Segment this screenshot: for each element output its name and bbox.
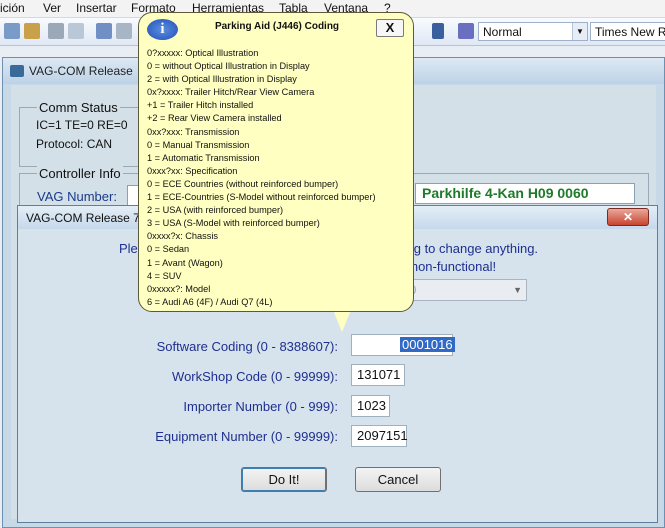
balloon-line: 0xxx?xx: Specification bbox=[147, 165, 238, 176]
balloon-line: 6 = Audi A6 (4F) / Audi Q7 (4L) bbox=[147, 296, 273, 307]
software-coding-value: 0001016 bbox=[400, 337, 455, 352]
balloon-line: +1 = Trailer Hitch installed bbox=[147, 100, 254, 111]
balloon-line: 1 = Avant (Wagon) bbox=[147, 257, 223, 268]
component-field: Parkhilfe 4-Kan H09 0060 bbox=[415, 183, 635, 204]
importer-number-value: 1023 bbox=[357, 398, 386, 413]
balloon-content: 0?xxxxx: Optical Illustration 0 = withou… bbox=[147, 47, 376, 309]
style-value: Normal bbox=[483, 25, 522, 39]
menu-edicion[interactable]: ición bbox=[0, 1, 25, 15]
equipment-number-label: Equipment Number (0 - 99999): bbox=[155, 429, 338, 444]
controller-select[interactable]: 50 ▼ bbox=[396, 279, 527, 301]
workshop-code-value: 131071 bbox=[357, 367, 401, 382]
toolbar-options-icon[interactable] bbox=[432, 23, 444, 39]
warning-text-line2: e non-functional! bbox=[400, 259, 497, 274]
vag-number-label: VAG Number: bbox=[37, 189, 117, 204]
balloon-line: 1 = Automatic Transmission bbox=[147, 152, 260, 163]
balloon-tail bbox=[333, 310, 351, 332]
open-icon[interactable] bbox=[4, 23, 20, 39]
balloon-line: 0xxxx?x: Chassis bbox=[147, 231, 218, 242]
equipment-number-value: 2097151 bbox=[357, 428, 408, 443]
close-icon: ✕ bbox=[622, 210, 634, 224]
software-coding-label: Software Coding (0 - 8388607): bbox=[156, 339, 338, 354]
software-coding-input[interactable]: 0001016 bbox=[351, 334, 455, 356]
spelling-icon[interactable] bbox=[96, 23, 112, 39]
comm-status-title: Comm Status bbox=[37, 100, 120, 115]
balloon-line: 0xxxxx?: Model bbox=[147, 283, 211, 294]
balloon-line: 0 = Manual Transmission bbox=[147, 139, 250, 150]
print-icon[interactable] bbox=[48, 23, 64, 39]
balloon-title: Parking Aid (J446) Coding bbox=[214, 21, 340, 32]
balloon-line: 0 = ECE Countries (without reinforced bu… bbox=[147, 178, 339, 189]
component-value: Parkhilfe 4-Kan H09 0060 bbox=[422, 185, 589, 201]
print-preview-icon[interactable] bbox=[68, 23, 84, 39]
info-icon: i bbox=[147, 19, 178, 40]
chevron-down-icon[interactable]: ▼ bbox=[513, 280, 522, 300]
research-icon[interactable] bbox=[116, 23, 132, 39]
warning-text-line1: ting to change anything. bbox=[400, 241, 539, 256]
balloon-line: 3 = USA (S-Model with reinforced bumper) bbox=[147, 218, 320, 229]
importer-number-label: Importer Number (0 - 999): bbox=[183, 399, 338, 414]
warning-text-left: Ple bbox=[119, 241, 138, 256]
controller-info-title: Controller Info bbox=[37, 166, 123, 181]
styles-icon[interactable] bbox=[458, 23, 474, 39]
balloon-line: 0xx?xxx: Transmission bbox=[147, 126, 240, 137]
balloon-close-button[interactable]: X bbox=[376, 19, 404, 37]
app-icon bbox=[10, 65, 24, 77]
chevron-down-icon[interactable]: ▼ bbox=[572, 23, 587, 40]
balloon-line: 1 = ECE-Countries (S-Model without reinf… bbox=[147, 192, 376, 203]
balloon-line: 0x?xxxx: Trailer Hitch/Rear View Camera bbox=[147, 87, 315, 98]
dialog-title: VAG-COM Release 70 bbox=[26, 211, 147, 225]
coding-help-balloon: i Parking Aid (J446) Coding X 0?xxxxx: O… bbox=[138, 12, 414, 312]
menu-insertar[interactable]: Insertar bbox=[76, 1, 117, 15]
balloon-line: 0 = Sedan bbox=[147, 244, 190, 255]
workshop-code-input[interactable]: 131071 bbox=[351, 364, 405, 386]
font-select[interactable]: Times New Ro bbox=[590, 22, 665, 41]
font-value: Times New Ro bbox=[595, 25, 665, 39]
window-title: VAG-COM Release bbox=[29, 64, 133, 78]
equipment-number-input[interactable]: 2097151 bbox=[351, 425, 408, 447]
comm-protocol: Protocol: CAN bbox=[36, 137, 113, 151]
menu-ver[interactable]: Ver bbox=[43, 1, 61, 15]
balloon-line: 2 = with Optical Illustration in Display bbox=[147, 74, 297, 85]
balloon-line: 0 = without Optical Illustration in Disp… bbox=[147, 61, 310, 72]
cancel-button[interactable]: Cancel bbox=[355, 467, 441, 492]
balloon-line: 0?xxxxx: Optical Illustration bbox=[147, 48, 259, 58]
do-it-button[interactable]: Do It! bbox=[241, 467, 327, 492]
workshop-code-label: WorkShop Code (0 - 99999): bbox=[172, 369, 338, 384]
balloon-line: +2 = Rear View Camera installed bbox=[147, 113, 282, 124]
permission-icon[interactable] bbox=[24, 23, 40, 39]
importer-number-input[interactable]: 1023 bbox=[351, 395, 390, 417]
style-select[interactable]: Normal ▼ bbox=[478, 22, 588, 41]
dialog-close-button[interactable]: ✕ bbox=[607, 208, 649, 226]
balloon-line: 4 = SUV bbox=[147, 270, 182, 281]
comm-status-counters: IC=1 TE=0 RE=0 bbox=[36, 118, 128, 132]
balloon-line: 2 = USA (with reinforced bumper) bbox=[147, 205, 284, 216]
